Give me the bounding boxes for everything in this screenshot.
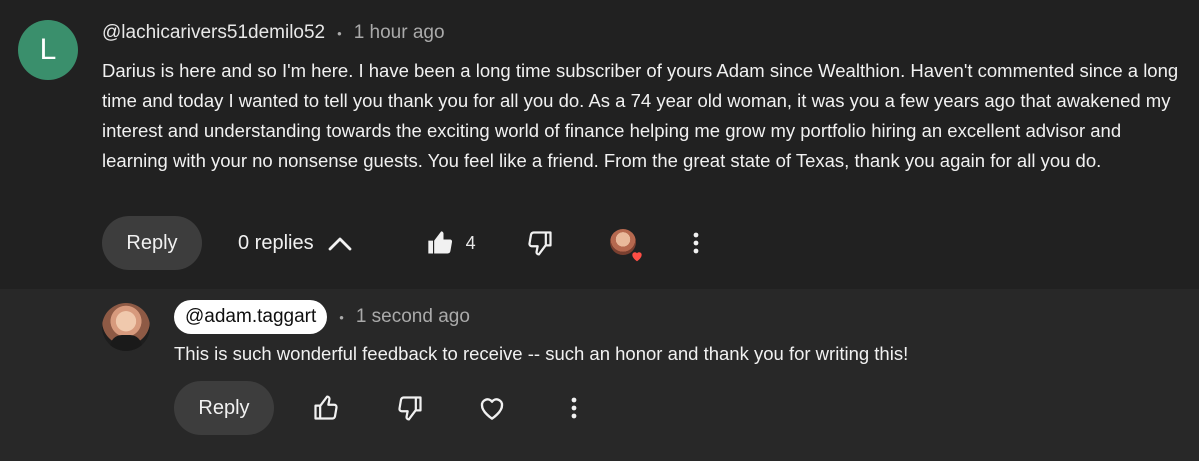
reply-to-reply-button[interactable]: Reply	[174, 381, 274, 435]
reply-heart-button[interactable]	[472, 388, 512, 428]
comment-timestamp[interactable]: 1 hour ago	[354, 22, 445, 44]
reply-text: This is such wonderful feedback to recei…	[174, 343, 909, 364]
heart-outline-icon	[480, 398, 504, 420]
reply-button[interactable]: Reply	[102, 216, 202, 270]
comment-meta: @lachicarivers51demilo52 • 1 hour ago	[102, 22, 445, 44]
like-count: 4	[465, 232, 476, 253]
reply-author-chip[interactable]: @adam.taggart	[174, 300, 328, 334]
creator-heart-avatar	[609, 229, 642, 262]
meta-separator: •	[339, 309, 344, 325]
dislike-button[interactable]	[520, 223, 560, 263]
like-button[interactable]	[420, 223, 460, 263]
comment-text: Darius is here and so I'm here. I have b…	[102, 60, 1179, 171]
avatar-shirt	[110, 335, 142, 351]
meta-separator: •	[337, 25, 342, 41]
creator-heart-badge[interactable]	[604, 223, 644, 263]
reply-more-button[interactable]	[554, 388, 594, 428]
replies-count: 0 replies	[238, 231, 314, 254]
heart-filled-icon	[631, 252, 642, 262]
chevron-up-icon	[328, 237, 352, 251]
reply-dislike-button[interactable]	[390, 388, 430, 428]
comment-thread: L @lachicarivers51demilo52 • 1 hour ago …	[0, 0, 1199, 289]
reply-timestamp[interactable]: 1 second ago	[356, 306, 470, 328]
thumbs-up-icon	[314, 395, 338, 420]
thumbs-down-icon	[398, 396, 422, 421]
reply-like-button[interactable]	[306, 388, 346, 428]
thumbs-up-filled-icon	[427, 231, 452, 254]
comment-author[interactable]: @lachicarivers51demilo52	[102, 22, 325, 44]
reply-action-bar: Reply	[174, 381, 594, 435]
more-vert-icon	[693, 232, 699, 254]
reply-meta: @adam.taggart • 1 second ago	[174, 300, 470, 334]
reply-author-avatar[interactable]	[102, 303, 150, 351]
comment-action-bar: Reply 0 replies 4	[102, 216, 716, 270]
replies-toggle[interactable]: 0 replies	[238, 232, 352, 255]
comment-more-button[interactable]	[676, 223, 716, 263]
more-vert-icon	[571, 397, 577, 419]
thumbs-down-icon	[527, 231, 552, 256]
commenter-avatar[interactable]: L	[18, 20, 78, 80]
